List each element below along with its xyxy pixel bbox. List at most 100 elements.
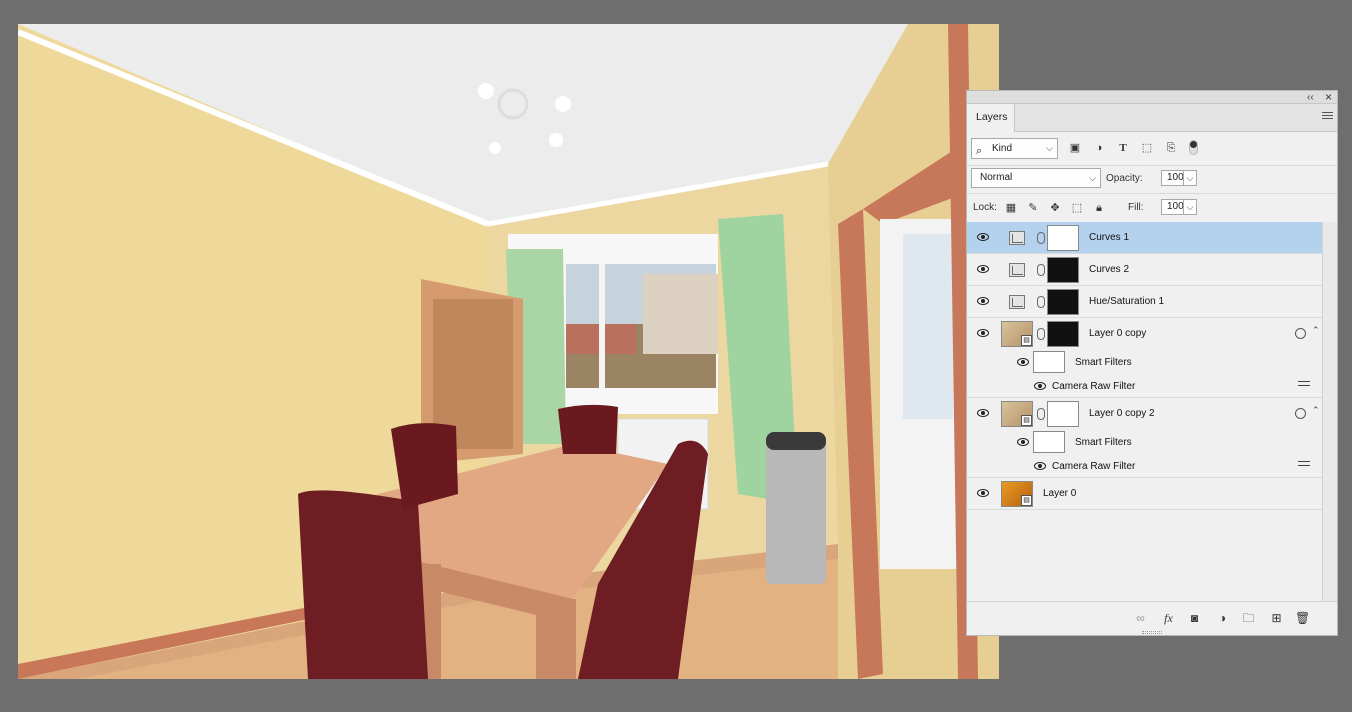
lock-image-icon[interactable]: ✎ xyxy=(1027,202,1039,214)
eye-icon[interactable] xyxy=(977,297,989,305)
hue-saturation-adjustment-icon xyxy=(1009,295,1025,309)
eye-icon[interactable] xyxy=(977,265,989,273)
eye-icon[interactable] xyxy=(977,409,989,417)
filter-kind-label: Kind xyxy=(992,143,1013,154)
layer-row-curves-2[interactable]: Curves 2 xyxy=(967,254,1322,286)
layer-thumbnail[interactable]: ▤ xyxy=(1001,481,1033,507)
shape-filter-icon[interactable]: ⬚ xyxy=(1140,141,1154,155)
panel-titlebar: ‹‹ × xyxy=(967,91,1337,104)
eye-icon[interactable] xyxy=(1017,438,1029,446)
layer-list-scrollbar[interactable] xyxy=(1322,222,1337,602)
fx-icon[interactable]: fx xyxy=(1161,611,1176,626)
panel-bottom-toolbar: ∞ fx ◙ ◑ 🗀︎ ⊞ 🗑︎ xyxy=(967,601,1337,635)
link-layers-icon[interactable]: ∞ xyxy=(1133,611,1148,626)
search-icon: ⌕ xyxy=(976,145,983,157)
eye-icon[interactable] xyxy=(1017,358,1029,366)
new-group-folder-icon[interactable]: 🗀︎ xyxy=(1241,611,1256,626)
curves-adjustment-icon xyxy=(1009,263,1025,277)
blend-mode-select[interactable]: Normal ⌵ xyxy=(971,168,1101,188)
panel-tabbar: Layers xyxy=(967,104,1337,132)
lock-row: Lock: ▦ ✎ ✥ ⬚ 🔒︎ Fill: 100% ⌵ xyxy=(967,193,1337,219)
filter-kind-select[interactable]: ⌕ Kind ⌵ xyxy=(971,138,1058,159)
opacity-dropdown-icon[interactable]: ⌵ xyxy=(1183,170,1197,186)
layer-name: Layer 0 copy 2 xyxy=(1089,408,1155,419)
filter-row: ⌕ Kind ⌵ ▣ ◑ T ⬚ ⎘ xyxy=(967,134,1337,160)
layer-name: Layer 0 copy xyxy=(1089,328,1147,339)
layer-name: Smart Filters xyxy=(1075,357,1132,368)
layer-row-layer-0[interactable]: ▤ Layer 0 xyxy=(967,478,1322,510)
link-icon[interactable] xyxy=(1037,408,1045,420)
adjustment-filter-icon[interactable]: ◑ xyxy=(1092,141,1106,155)
collapse-caret-icon[interactable]: ⌃ xyxy=(1312,405,1320,416)
new-layer-icon[interactable]: ⊞ xyxy=(1269,611,1284,626)
layer-row-layer-0-copy[interactable]: ▤ Layer 0 copy ⌃ xyxy=(967,318,1322,350)
panel-menu-icon[interactable] xyxy=(1322,112,1333,122)
smart-object-icon: ▤ xyxy=(1021,335,1032,346)
layer-mask-thumbnail[interactable] xyxy=(1047,321,1079,347)
eye-icon[interactable] xyxy=(977,329,989,337)
layer-name: Curves 1 xyxy=(1089,232,1130,243)
eye-icon[interactable] xyxy=(977,489,989,497)
chevron-down-icon: ⌵ xyxy=(1089,173,1096,183)
collapse-caret-icon[interactable]: ⌃ xyxy=(1312,325,1320,336)
layer-row-curves-1[interactable]: Curves 1 xyxy=(967,222,1322,254)
eye-icon[interactable] xyxy=(977,233,989,241)
curves-adjustment-icon xyxy=(1009,231,1025,245)
layer-mask-thumbnail[interactable] xyxy=(1047,401,1079,427)
layer-name: Smart Filters xyxy=(1075,437,1132,448)
lock-position-icon[interactable]: ✥ xyxy=(1049,202,1061,214)
smart-filter-mask-thumbnail[interactable] xyxy=(1033,351,1065,373)
collapse-icon[interactable]: ‹‹ xyxy=(1307,91,1314,104)
filter-blending-options-icon[interactable] xyxy=(1298,461,1310,471)
link-icon[interactable] xyxy=(1037,232,1045,244)
smart-filter-mask-thumbnail[interactable] xyxy=(1033,431,1065,453)
lock-transparent-icon[interactable]: ▦ xyxy=(1005,202,1017,214)
layer-mask-thumbnail[interactable] xyxy=(1047,289,1079,315)
layers-panel: ‹‹ × Layers ⌕ Kind ⌵ ▣ ◑ T ⬚ ⎘ Normal ⌵ … xyxy=(966,90,1338,636)
smart-object-filter-icon[interactable]: ⎘ xyxy=(1164,141,1178,155)
blend-row: Normal ⌵ Opacity: 100% ⌵ xyxy=(967,165,1337,191)
trash-icon[interactable]: 🗑︎ xyxy=(1295,611,1310,626)
layer-row-layer-0-copy-2[interactable]: ▤ Layer 0 copy 2 ⌃ xyxy=(967,398,1322,430)
add-mask-icon[interactable]: ◙ xyxy=(1187,611,1202,626)
fill-label: Fill: xyxy=(1128,202,1144,213)
layer-name: Camera Raw Filter xyxy=(1052,461,1136,472)
smart-object-options-icon[interactable] xyxy=(1295,328,1306,339)
filter-blending-options-icon[interactable] xyxy=(1298,381,1310,391)
layer-name: Curves 2 xyxy=(1089,264,1130,275)
layer-row-hue-saturation-1[interactable]: Hue/Saturation 1 xyxy=(967,286,1322,318)
layer-name: Camera Raw Filter xyxy=(1052,381,1136,392)
fill-dropdown-icon[interactable]: ⌵ xyxy=(1183,199,1197,215)
link-icon[interactable] xyxy=(1037,264,1045,276)
camera-raw-filter-row[interactable]: Camera Raw Filter xyxy=(967,374,1322,398)
eye-icon[interactable] xyxy=(1034,382,1046,390)
resize-grip-icon[interactable] xyxy=(1142,631,1162,634)
lock-artboard-icon[interactable]: ⬚ xyxy=(1071,202,1083,214)
room-photo xyxy=(18,24,999,679)
link-icon[interactable] xyxy=(1037,328,1045,340)
layer-mask-thumbnail[interactable] xyxy=(1047,257,1079,283)
camera-raw-filter-row[interactable]: Camera Raw Filter xyxy=(967,454,1322,478)
type-filter-icon[interactable]: T xyxy=(1116,141,1130,155)
new-adjustment-icon[interactable]: ◑ xyxy=(1215,611,1230,626)
document-canvas[interactable] xyxy=(18,24,999,679)
tab-layers[interactable]: Layers xyxy=(967,104,1015,132)
eye-icon[interactable] xyxy=(1034,462,1046,470)
layer-mask-thumbnail[interactable] xyxy=(1047,225,1079,251)
layer-name: Hue/Saturation 1 xyxy=(1089,296,1165,307)
layer-list: Curves 1 Curves 2 Hue/Saturation 1 ▤ Lay… xyxy=(967,222,1322,602)
close-icon[interactable]: × xyxy=(1325,91,1332,104)
lock-all-icon[interactable]: 🔒︎ xyxy=(1093,202,1105,214)
chevron-down-icon: ⌵ xyxy=(1046,143,1053,153)
layer-thumbnail[interactable]: ▤ xyxy=(1001,321,1033,347)
opacity-label: Opacity: xyxy=(1106,173,1143,184)
image-filter-icon[interactable]: ▣ xyxy=(1068,141,1082,155)
filter-toggle-switch[interactable] xyxy=(1189,140,1198,155)
layer-thumbnail[interactable]: ▤ xyxy=(1001,401,1033,427)
smart-filters-row[interactable]: Smart Filters xyxy=(967,350,1322,374)
smart-object-options-icon[interactable] xyxy=(1295,408,1306,419)
smart-object-icon: ▤ xyxy=(1021,415,1032,426)
smart-filters-row[interactable]: Smart Filters xyxy=(967,430,1322,454)
smart-object-icon: ▤ xyxy=(1021,495,1032,506)
link-icon[interactable] xyxy=(1037,296,1045,308)
